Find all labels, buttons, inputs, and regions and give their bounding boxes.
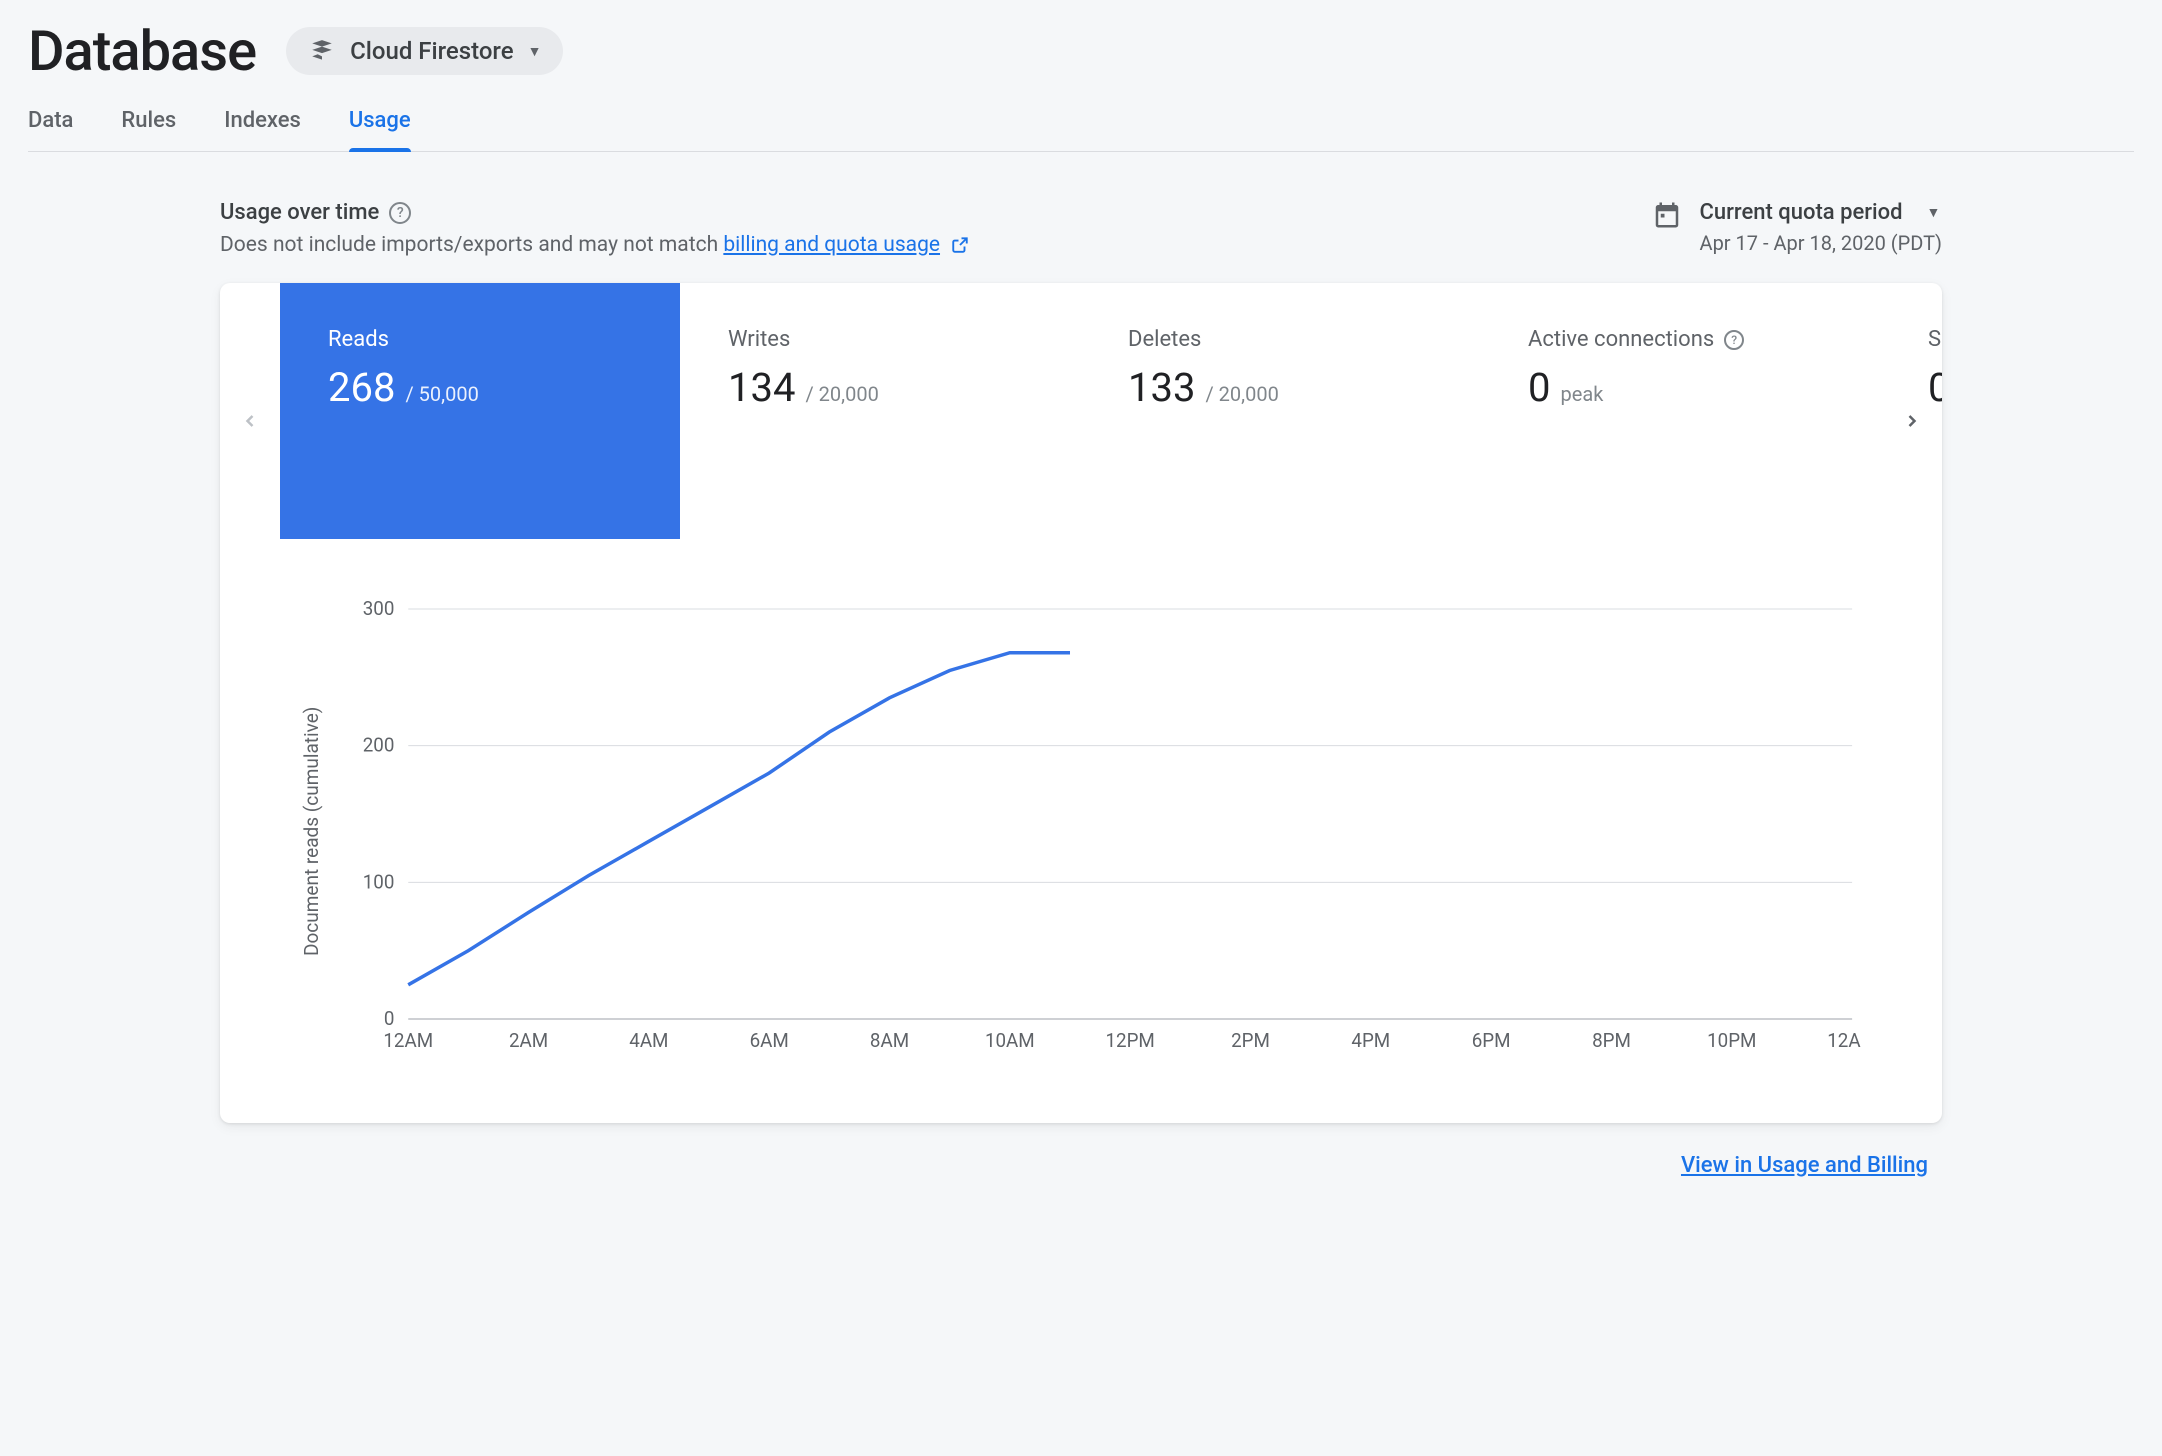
metric-label: Reads [328,327,632,352]
svg-text:10AM: 10AM [985,1029,1035,1052]
svg-text:12AM: 12AM [383,1029,433,1052]
help-icon[interactable]: ? [389,202,411,224]
svg-text:8PM: 8PM [1592,1029,1631,1052]
help-icon[interactable]: ? [1724,330,1744,350]
period-label: Current quota period [1700,200,1903,225]
tabs: Data Rules Indexes Usage [28,108,2134,152]
metric-value: 268 [328,364,395,411]
svg-text:12AM: 12AM [1827,1029,1862,1052]
metric-tile-active-connections[interactable]: Active connections? 0 peak [1480,283,1880,539]
metric-tile-reads[interactable]: Reads 268 / 50,000 [280,283,680,539]
database-selector-label: Cloud Firestore [350,37,514,65]
svg-text:8AM: 8AM [870,1029,909,1052]
scroll-right-button[interactable] [1894,399,1930,446]
tab-rules[interactable]: Rules [121,108,176,151]
svg-text:4AM: 4AM [629,1029,668,1052]
svg-text:10PM: 10PM [1707,1029,1756,1052]
tab-indexes[interactable]: Indexes [224,108,301,151]
firestore-icon [308,37,336,65]
svg-text:100: 100 [363,870,395,893]
billing-quota-link[interactable]: billing and quota usage [723,233,940,257]
calendar-icon [1652,200,1682,237]
metric-label: Deletes [1128,327,1432,352]
usage-subtitle: Does not include imports/exports and may… [220,233,969,257]
tab-usage[interactable]: Usage [349,108,411,151]
chart-area: Document reads (cumulative) 0 100 200 300 12… [220,539,1942,1123]
tab-data[interactable]: Data [28,108,73,151]
metrics-row: Reads268/ 50,000Writes134/ 20,000Deletes… [220,283,1942,539]
dropdown-caret-icon: ▼ [528,43,542,60]
metric-label: Active connections? [1528,327,1832,352]
metric-tile-deletes[interactable]: Deletes 133 / 20,000 [1080,283,1480,539]
usage-subtitle-text: Does not include imports/exports and may… [220,233,723,257]
svg-text:200: 200 [363,734,395,757]
metric-value: 0 [1928,364,1942,411]
svg-text:6AM: 6AM [750,1029,789,1052]
metric-value: 133 [1128,364,1195,411]
svg-text:4PM: 4PM [1351,1029,1390,1052]
metric-label: Snapshot listeners [1928,327,1942,352]
period-range: Apr 17 - Apr 18, 2020 (PDT) [1700,231,1942,255]
svg-text:0: 0 [384,1007,395,1030]
dropdown-caret-icon: ▼ [1927,204,1941,221]
svg-text:2PM: 2PM [1231,1029,1270,1052]
scroll-left-button[interactable] [232,399,268,446]
metric-limit: peak [1560,382,1603,406]
metric-tile-writes[interactable]: Writes 134 / 20,000 [680,283,1080,539]
usage-card: Reads268/ 50,000Writes134/ 20,000Deletes… [220,283,1942,1123]
metric-limit: / 50,000 [405,382,478,406]
view-usage-billing-link[interactable]: View in Usage and Billing [1681,1153,1928,1178]
y-axis-label: Document reads (cumulative) [300,599,323,1063]
metric-label: Writes [728,327,1032,352]
usage-title: Usage over time [220,200,379,225]
external-link-icon [946,233,969,257]
svg-text:12PM: 12PM [1106,1029,1155,1052]
period-selector[interactable]: Current quota period ▼ Apr 17 - Apr 18, … [1652,200,1942,255]
svg-text:6PM: 6PM [1472,1029,1511,1052]
metric-limit: / 20,000 [805,382,878,406]
svg-text:2AM: 2AM [509,1029,548,1052]
page-title: Database [28,18,256,84]
metric-value: 0 [1528,364,1550,411]
svg-text:300: 300 [363,599,395,620]
metric-value: 134 [728,364,795,411]
line-chart: 0 100 200 300 12AM 2AM 4AM 6AM 8AM 10AM 12PM 2PM 4PM… [339,599,1862,1059]
database-selector[interactable]: Cloud Firestore ▼ [286,27,563,75]
metric-limit: / 20,000 [1205,382,1278,406]
